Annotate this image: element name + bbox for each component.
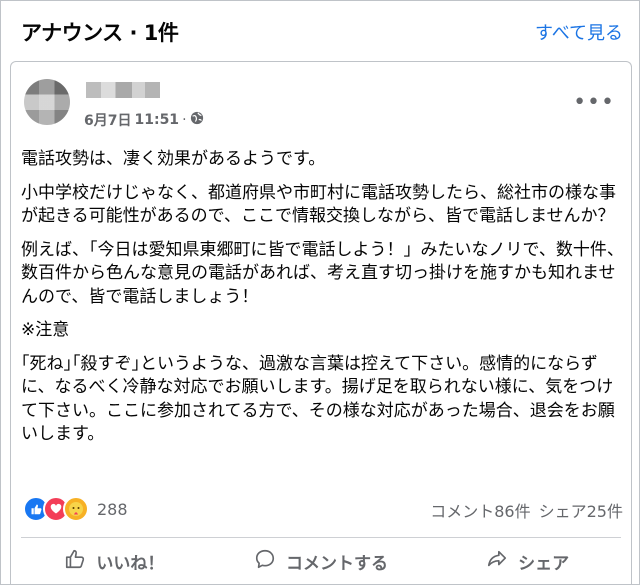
like-button[interactable]: いいね！ [11,540,218,582]
care-icon [63,496,89,522]
share-label: シェア [518,553,570,574]
post-paragraph: 電話攻勢は、凄く効果があるようです。 [21,149,326,169]
post-time[interactable]: 11:51 [134,112,179,128]
divider [21,537,621,538]
post-paragraph: 小中学校だけじゃなく、都道府県や市町村に電話攻勢したら、総社市の様な事が起きる可… [21,182,616,227]
comment-count-link[interactable]: コメント86件 [430,498,530,522]
post-stats: コメント86件 シェア25件 [430,498,623,522]
reaction-summary[interactable]: 288 [23,496,128,522]
like-label: いいね！ [96,553,165,574]
reaction-count: 288 [97,499,128,519]
share-button[interactable]: シェア [424,540,631,582]
post-paragraph: ※注意 [21,320,70,340]
post-body: 電話攻勢は、凄く効果があるようです。 小中学校だけじゃなく、都道府県や市町村に電… [21,148,625,457]
post-date[interactable]: 6月7日 [84,110,131,130]
globe-icon [190,111,204,129]
avatar[interactable] [24,79,70,125]
thumb-up-icon [64,548,86,575]
comment-button[interactable]: コメントする [218,540,425,582]
panel-title: アナウンス · 1件 [21,21,179,45]
see-all-link[interactable]: すべて見る [535,19,623,45]
post-meta: 6月7日 11:51 · [84,110,204,130]
share-count-link[interactable]: シェア25件 [539,498,623,522]
more-options-icon[interactable]: ••• [573,90,615,115]
action-bar: いいね！ コメントする シェア [11,540,631,582]
post-card: 6月7日 11:51 · ••• 電話攻勢は、凄く効果があるようです。 小中学校… [10,61,632,584]
meta-separator: · [182,112,187,128]
post-paragraph: ｢死ね｣｢殺すぞ｣というような、過激な言葉は控えて下さい。感情的にならずに、なる… [21,353,615,445]
announcement-panel: アナウンス · 1件 すべて見る 6月7日 11:51 · ••• 電話攻勢は、… [0,0,640,585]
comment-label: コメントする [286,553,388,574]
post-paragraph: 例えば、「今日は愛知県東郷町に皆で電話しよう！」みたいなノリで、数十件、数百件か… [21,239,624,307]
share-icon [486,548,508,575]
comment-icon [254,548,276,575]
panel-header: アナウンス · 1件 すべて見る [1,1,639,59]
author-name-blurred[interactable] [86,82,160,98]
